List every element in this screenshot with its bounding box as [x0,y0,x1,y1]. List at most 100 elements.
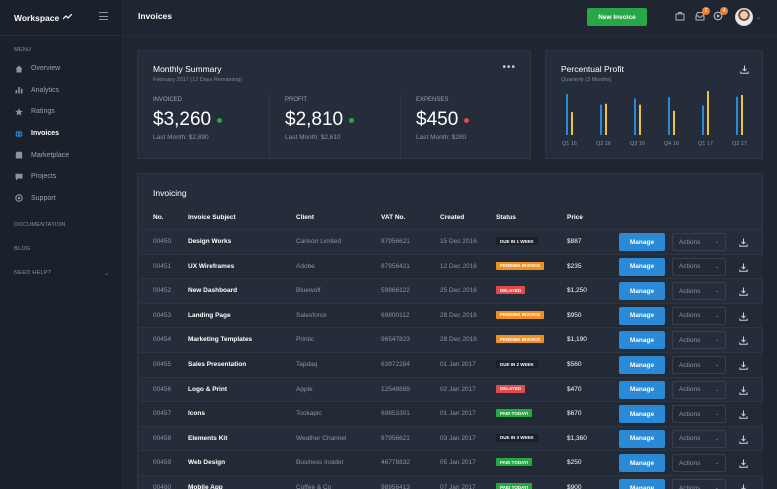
invoice-price: $1,250 [567,287,587,295]
manage-button[interactable]: Manage [619,356,665,374]
invoice-subject[interactable]: UX Wireframes [188,263,234,270]
actions-dropdown[interactable]: Actions ⌄ [672,257,726,276]
invoice-subject[interactable]: Web Design [188,459,225,466]
inbox-icon[interactable]: 2 [695,7,710,21]
download-icon[interactable] [739,435,748,444]
download-icon[interactable] [740,65,749,74]
manage-button[interactable]: Manage [619,233,665,251]
actions-dropdown[interactable]: Actions ⌄ [672,331,726,350]
brand-name[interactable]: Workspace [14,13,59,23]
actions-dropdown[interactable]: Actions ⌄ [672,479,726,489]
download-icon[interactable] [739,484,748,489]
invoice-subject[interactable]: Icons [188,410,205,417]
kpi-amount: $450 [416,109,459,130]
x-tick-label: Q2 16 [596,141,611,147]
manage-button[interactable]: Manage [619,380,665,399]
actions-dropdown[interactable]: Actions ⌄ [672,282,726,301]
actions-dropdown[interactable]: Actions ⌄ [672,454,726,473]
new-invoice-button[interactable]: New Invoice [587,8,647,26]
status-badge: DELAYED [496,384,526,393]
manage-button[interactable]: Manage [619,306,665,325]
table-row: 00454 Marketing Templates Printic 96547823 2… [139,327,763,352]
x-tick-label: Q2 17 [732,141,747,147]
invoice-number: 00452 [153,287,172,295]
download-icon[interactable] [739,238,748,247]
sidebar-item-ratings[interactable]: Ratings [0,101,122,123]
col-header-client[interactable]: Client [296,214,314,221]
table-row: 00456 Logo & Print Apple 12548889 02 Jan 201… [139,376,763,402]
sidebar-item-projects[interactable]: Projects [0,166,122,188]
invoice-subject[interactable]: Design Works [188,238,231,245]
sidebar-item-overview[interactable]: Overview [0,58,122,80]
chevron-down-icon: ⌄ [714,337,719,344]
col-header-no[interactable]: No. [153,214,163,221]
avatar[interactable] [735,8,753,26]
briefcase-icon[interactable] [675,11,685,21]
download-icon[interactable] [739,410,748,419]
summary-title: Monthly Summary [153,64,222,74]
manage-button[interactable]: Manage [619,257,665,276]
col-header-status[interactable]: Status [496,214,516,221]
kpi-profit: PROFIT $2,810 Last Month: $2,610 [269,95,400,158]
actions-dropdown[interactable]: Actions ⌄ [672,380,726,399]
chevron-down-icon[interactable]: ⌄ [756,14,761,21]
hamburger-menu-icon[interactable] [99,12,108,20]
col-header-price[interactable]: Price [567,214,583,221]
globe-icon [15,129,23,138]
download-icon[interactable] [739,312,748,321]
invoice-subject[interactable]: New Dashboard [188,287,237,294]
actions-dropdown[interactable]: Actions ⌄ [672,233,726,251]
download-icon[interactable] [739,361,748,370]
kpi-last-month: Last Month: $2,610 [285,134,341,141]
manage-button[interactable]: Manage [619,454,665,473]
manage-button[interactable]: Manage [619,331,665,350]
download-icon[interactable] [739,459,748,469]
sidebar-item-marketplace[interactable]: Marketplace [0,144,122,166]
sidebar-item-label: Ratings [31,108,55,116]
manage-button[interactable]: Manage [619,429,665,448]
col-header-created[interactable]: Created [440,214,464,221]
download-icon[interactable] [739,386,748,395]
download-icon[interactable] [739,336,748,346]
invoice-client: Salesforce [296,311,327,319]
invoice-client: Carlson Limited [296,238,342,245]
invoice-client: Apple [296,385,313,393]
status-badge: PAID TODAY! [496,409,533,418]
actions-dropdown[interactable]: Actions ⌄ [672,429,726,448]
invoice-number: 00460 [153,484,172,489]
profit-title: Percentual Profit [561,64,624,74]
chevron-down-icon: ⌄ [714,312,719,319]
download-icon[interactable] [739,263,748,272]
invoice-subject[interactable]: Logo & Print [188,386,227,393]
sidebar-section-blog[interactable]: BLOG [0,237,122,261]
manage-button[interactable]: Manage [619,282,665,301]
col-header-subject[interactable]: Invoice Subject [188,214,236,221]
profit-bar [702,105,704,135]
invoice-subject[interactable]: Mobile App [188,484,223,489]
invoice-subject[interactable]: Sales Presentation [188,361,246,368]
alerts-icon[interactable]: 4 [713,7,728,21]
download-icon[interactable] [739,287,748,296]
sidebar-item-analytics[interactable]: Analytics [0,80,122,102]
sidebar: Workspace MENU Overview Analytics Rating… [0,0,123,489]
sidebar-section-documentation[interactable]: DOCUMENTATION [0,213,122,237]
kpi-amount: $2,810 [285,109,344,130]
sidebar-item-invoices[interactable]: Invoices [0,123,122,145]
more-options-icon[interactable]: ••• [502,62,516,73]
invoice-price: $560 [567,361,582,368]
col-header-vat[interactable]: VAT No. [381,214,405,221]
actions-label: Actions [679,435,701,443]
invoice-subject[interactable]: Elements Kit [188,435,227,442]
actions-dropdown[interactable]: Actions ⌄ [672,356,726,374]
invoice-number: 00451 [153,262,172,270]
manage-button[interactable]: Manage [619,405,665,424]
sidebar-section-need-help[interactable]: NEED HELP? ⌄ [0,261,122,285]
invoice-created: 01 Jan 2017 [440,410,476,418]
actions-dropdown[interactable]: Actions ⌄ [672,306,726,325]
sidebar-item-support[interactable]: Support [0,188,122,210]
invoice-subject[interactable]: Landing Page [188,312,231,319]
actions-dropdown[interactable]: Actions ⌄ [672,405,726,424]
invoice-client: Weather Channel [296,434,347,442]
manage-button[interactable]: Manage [619,479,665,489]
invoice-subject[interactable]: Marketing Templates [188,336,252,343]
